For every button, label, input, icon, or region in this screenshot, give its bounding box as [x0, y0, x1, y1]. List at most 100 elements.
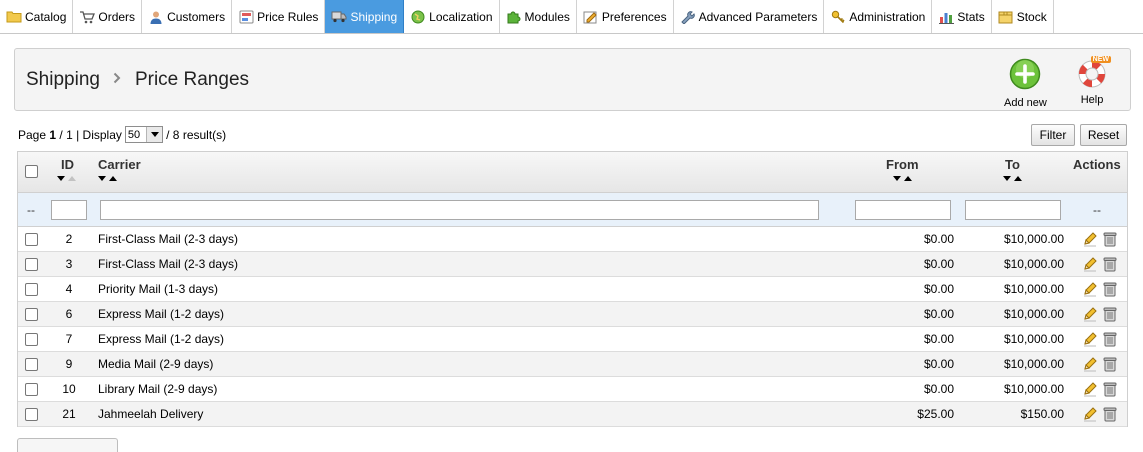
- row-id: 7: [65, 332, 73, 346]
- tab-advanced-parameters[interactable]: Advanced Parameters: [674, 0, 825, 33]
- row-carrier: Express Mail (1-2 days): [98, 332, 225, 346]
- row-from: $0.00: [923, 307, 954, 321]
- row-to: $10,000.00: [1003, 307, 1064, 321]
- filter-button[interactable]: Filter: [1031, 124, 1075, 146]
- bulk-action-button[interactable]: [17, 438, 118, 452]
- delete-icon[interactable]: [1103, 331, 1119, 347]
- row-checkbox[interactable]: [25, 258, 38, 271]
- row-checkbox[interactable]: [25, 283, 38, 296]
- delete-icon[interactable]: [1103, 256, 1119, 272]
- edit-icon[interactable]: [1082, 381, 1098, 397]
- preferences-icon: [583, 10, 599, 24]
- lifebuoy-icon: NEW: [1076, 56, 1111, 90]
- edit-icon[interactable]: [1082, 231, 1098, 247]
- row-from: $25.00: [917, 407, 954, 421]
- tab-price-rules[interactable]: Price Rules: [232, 0, 326, 33]
- current-page: 1: [49, 127, 57, 142]
- row-carrier: Media Mail (2-9 days): [98, 357, 214, 371]
- sort-asc-icon[interactable]: [68, 176, 76, 181]
- tab-stats[interactable]: Stats: [932, 0, 992, 33]
- delete-icon[interactable]: [1103, 306, 1119, 322]
- filter-placeholder: --: [27, 203, 35, 217]
- add-new-button[interactable]: Add new: [1004, 58, 1047, 109]
- tab-customers[interactable]: Customers: [142, 0, 233, 33]
- edit-icon[interactable]: [1082, 281, 1098, 297]
- tab-modules[interactable]: Modules: [500, 0, 577, 33]
- row-to: $10,000.00: [1003, 232, 1064, 246]
- row-id: 9: [65, 357, 73, 371]
- row-id: 3: [65, 257, 73, 271]
- row-checkbox[interactable]: [25, 383, 38, 396]
- edit-icon[interactable]: [1082, 406, 1098, 422]
- delete-icon[interactable]: [1103, 356, 1119, 372]
- row-checkbox[interactable]: [25, 333, 38, 346]
- edit-icon[interactable]: [1082, 356, 1098, 372]
- table-row[interactable]: 21 Jahmeelah Delivery $25.00 $150.00: [18, 402, 1127, 427]
- table-row[interactable]: 4 Priority Mail (1-3 days) $0.00 $10,000.00: [18, 277, 1127, 302]
- tab-label: Customers: [167, 9, 226, 24]
- tab-administration[interactable]: Administration: [824, 0, 933, 33]
- filter-carrier-input[interactable]: [100, 200, 819, 220]
- table-header: ID Carrier From To Actions: [18, 152, 1127, 193]
- tab-label: Orders: [98, 9, 136, 24]
- edit-icon[interactable]: [1082, 306, 1098, 322]
- row-from: $0.00: [923, 332, 954, 346]
- tab-label: Modules: [524, 9, 570, 24]
- row-to: $150.00: [1020, 407, 1064, 421]
- table-row[interactable]: 7 Express Mail (1-2 days) $0.00 $10,000.00: [18, 327, 1127, 352]
- tab-label: Stats: [957, 9, 985, 24]
- tab-preferences[interactable]: Preferences: [577, 0, 674, 33]
- row-from: $0.00: [923, 257, 954, 271]
- filter-to-input[interactable]: [965, 200, 1061, 220]
- tab-localization[interactable]: Localization: [404, 0, 500, 33]
- globe-icon: [410, 10, 426, 24]
- per-page-select[interactable]: 50: [124, 126, 164, 143]
- row-to: $10,000.00: [1003, 357, 1064, 371]
- delete-icon[interactable]: [1103, 231, 1119, 247]
- table-row[interactable]: 9 Media Mail (2-9 days) $0.00 $10,000.00: [18, 352, 1127, 377]
- per-page-value: 50: [127, 128, 141, 141]
- tab-label: Shipping: [350, 9, 398, 24]
- tab-catalog[interactable]: Catalog: [0, 0, 74, 33]
- row-from: $0.00: [923, 357, 954, 371]
- delete-icon[interactable]: [1103, 281, 1119, 297]
- help-button[interactable]: NEW Help: [1076, 56, 1111, 106]
- edit-icon[interactable]: [1082, 256, 1098, 272]
- sort-desc-icon[interactable]: [98, 176, 106, 181]
- sort-asc-icon[interactable]: [109, 176, 117, 181]
- sort-to: [1003, 176, 1022, 181]
- table-row[interactable]: 2 First-Class Mail (2-3 days) $0.00 $10,000…: [18, 227, 1127, 252]
- tab-stock[interactable]: Stock: [992, 0, 1054, 33]
- header-to: To: [1005, 157, 1020, 172]
- sort-desc-icon[interactable]: [1003, 176, 1011, 181]
- bar-chart-icon: [938, 10, 954, 24]
- breadcrumb-parent[interactable]: Shipping: [26, 69, 100, 91]
- table-row[interactable]: 6 Express Mail (1-2 days) $0.00 $10,000.00: [18, 302, 1127, 327]
- sort-desc-icon[interactable]: [893, 176, 901, 181]
- delete-icon[interactable]: [1103, 406, 1119, 422]
- sort-desc-icon[interactable]: [57, 176, 65, 181]
- wrench-icon: [680, 10, 696, 24]
- delete-icon[interactable]: [1103, 381, 1119, 397]
- tab-orders[interactable]: Orders: [73, 0, 143, 33]
- row-checkbox[interactable]: [25, 308, 38, 321]
- add-new-label: Add new: [1004, 97, 1047, 109]
- row-id: 21: [62, 407, 76, 421]
- filter-from-input[interactable]: [855, 200, 951, 220]
- select-all-checkbox[interactable]: [25, 165, 38, 178]
- sort-asc-icon[interactable]: [1014, 176, 1022, 181]
- table-row[interactable]: 3 First-Class Mail (2-3 days) $0.00 $10,000…: [18, 252, 1127, 277]
- row-checkbox[interactable]: [25, 358, 38, 371]
- table-row[interactable]: 10 Library Mail (2-9 days) $0.00 $10,000.00: [18, 377, 1127, 402]
- row-checkbox[interactable]: [25, 233, 38, 246]
- table-body: 2 First-Class Mail (2-3 days) $0.00 $10,000…: [18, 227, 1127, 427]
- row-id: 6: [65, 307, 73, 321]
- tab-shipping[interactable]: Shipping: [325, 0, 405, 33]
- add-icon: [1009, 58, 1041, 93]
- filter-id-input[interactable]: [51, 200, 87, 220]
- edit-icon[interactable]: [1082, 331, 1098, 347]
- reset-button[interactable]: Reset: [1080, 124, 1127, 146]
- breadcrumb-separator-icon: [113, 71, 121, 89]
- row-checkbox[interactable]: [25, 408, 38, 421]
- sort-asc-icon[interactable]: [904, 176, 912, 181]
